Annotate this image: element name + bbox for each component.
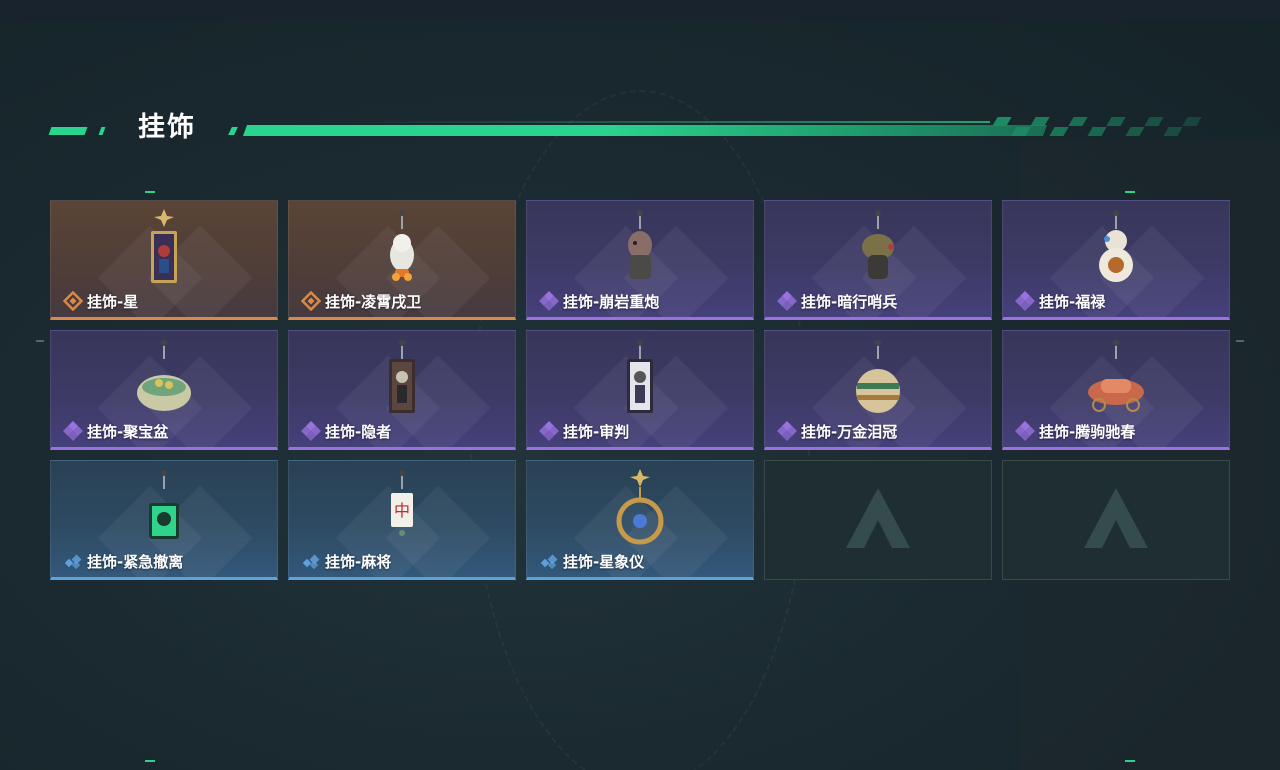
mahjong-tile-charm-icon: 中	[367, 467, 437, 549]
emergency-exit-charm-icon	[129, 467, 199, 549]
side-marker	[1236, 340, 1244, 342]
rarity-purple-icon	[63, 421, 83, 441]
gourd-robot-charm-icon	[1081, 207, 1151, 289]
rarity-purple-icon	[777, 291, 797, 311]
sentinel-charm-icon	[843, 207, 913, 289]
corner-tick	[145, 760, 155, 762]
charm-card[interactable]: 挂饰-崩岩重炮	[526, 200, 754, 320]
rarity-blue-icon	[301, 551, 321, 571]
checker-square	[1011, 127, 1031, 136]
checker-square	[1125, 127, 1145, 136]
charm-card[interactable]: 挂饰-审判	[526, 330, 754, 450]
charm-card[interactable]: 挂饰-万金泪冠	[764, 330, 992, 450]
corner-tick	[145, 191, 155, 193]
charm-card[interactable]: 挂饰-星	[50, 200, 278, 320]
checker-square	[992, 117, 1012, 126]
charm-card[interactable]: 挂饰-暗行哨兵	[764, 200, 992, 320]
hermit-tarot-charm-icon	[367, 337, 437, 419]
charm-name: 挂饰-腾驹驰春	[1039, 422, 1136, 441]
checker-square	[1068, 117, 1088, 126]
charm-name: 挂饰-麻将	[325, 552, 392, 571]
checker-square	[1144, 117, 1164, 126]
checker-square	[1049, 127, 1069, 136]
top-band	[0, 0, 1280, 20]
header-slash	[228, 127, 238, 135]
checker-square	[1087, 127, 1107, 136]
charm-card[interactable]: 中 挂饰-麻将	[288, 460, 516, 580]
rarity-purple-icon	[301, 421, 321, 441]
charm-label-row: 挂饰-麻将	[301, 551, 391, 571]
charm-label-row: 挂饰-隐者	[301, 421, 391, 441]
rarity-purple-icon	[777, 421, 797, 441]
charm-label-row: 挂饰-紧急撤离	[63, 551, 183, 571]
charm-name: 挂饰-福禄	[1039, 292, 1106, 311]
placeholder-logo-icon	[1078, 482, 1154, 558]
rarity-purple-icon	[539, 421, 559, 441]
rarity-purple-icon	[539, 291, 559, 311]
charm-label-row: 挂饰-万金泪冠	[777, 421, 897, 441]
empty-slot	[764, 460, 992, 580]
section-header: 挂饰	[48, 108, 1210, 148]
charm-card[interactable]: 挂饰-腾驹驰春	[1002, 330, 1230, 450]
side-marker	[36, 340, 44, 342]
charm-name: 挂饰-星象仪	[563, 552, 645, 571]
carriage-charm-icon	[1081, 337, 1151, 419]
dog-guard-charm-icon	[367, 207, 437, 289]
header-checker-pattern	[992, 117, 1210, 137]
charm-card[interactable]: 挂饰-聚宝盆	[50, 330, 278, 450]
charm-name: 挂饰-崩岩重炮	[563, 292, 660, 311]
charm-label-row: 挂饰-崩岩重炮	[539, 291, 659, 311]
charm-label-row: 挂饰-福禄	[1015, 291, 1105, 311]
charm-label-row: 挂饰-腾驹驰春	[1015, 421, 1135, 441]
section-title: 挂饰	[138, 112, 196, 143]
charm-label-row: 挂饰-审判	[539, 421, 629, 441]
charm-name: 挂饰-隐者	[325, 422, 392, 441]
rarity-orange-icon	[300, 290, 322, 312]
checker-square	[1163, 127, 1183, 136]
charm-card[interactable]: 挂饰-紧急撤离	[50, 460, 278, 580]
charm-label-row: 挂饰-聚宝盆	[63, 421, 168, 441]
charm-name: 挂饰-星	[87, 292, 139, 311]
rarity-blue-icon	[539, 551, 559, 571]
rarity-purple-icon	[1015, 291, 1035, 311]
rarity-blue-icon	[63, 551, 83, 571]
charm-name: 挂饰-暗行哨兵	[801, 292, 898, 311]
charm-label-row: 挂饰-星象仪	[539, 551, 644, 571]
placeholder-logo-icon	[840, 482, 916, 558]
checker-square	[1182, 117, 1202, 126]
header-thin-line	[350, 121, 990, 123]
header-accent-bar	[48, 127, 88, 135]
rarity-purple-icon	[1015, 421, 1035, 441]
charm-name: 挂饰-聚宝盆	[87, 422, 169, 441]
charm-label-row: 挂饰-星	[62, 290, 139, 312]
header-line	[242, 125, 1048, 136]
charm-card[interactable]: 挂饰-福禄	[1002, 200, 1230, 320]
corner-tick	[1125, 191, 1135, 193]
treasure-bowl-charm-icon	[129, 337, 199, 419]
checker-square	[1106, 117, 1126, 126]
star-tarot-charm-icon	[129, 207, 199, 289]
charm-name: 挂饰-审判	[563, 422, 630, 441]
judgement-tarot-charm-icon	[605, 337, 675, 419]
empty-slot	[1002, 460, 1230, 580]
checker-square	[1030, 117, 1050, 126]
golden-crown-charm-icon	[843, 337, 913, 419]
rock-cannon-charm-icon	[605, 207, 675, 289]
charm-grid: 挂饰-星 挂饰-凌霄戌卫 挂饰-崩岩重炮 挂饰-暗行哨兵 挂饰-福禄 挂饰-聚宝…	[50, 200, 1230, 580]
header-accent-tick	[98, 127, 106, 135]
astrolabe-charm-icon	[605, 467, 675, 549]
charm-name: 挂饰-紧急撤离	[87, 552, 184, 571]
corner-tick	[1125, 760, 1135, 762]
rarity-orange-icon	[62, 290, 84, 312]
charm-label-row: 挂饰-凌霄戌卫	[300, 290, 422, 312]
charm-card[interactable]: 挂饰-凌霄戌卫	[288, 200, 516, 320]
charm-card[interactable]: 挂饰-星象仪	[526, 460, 754, 580]
charm-name: 挂饰-万金泪冠	[801, 422, 898, 441]
charm-name: 挂饰-凌霄戌卫	[325, 292, 422, 311]
charm-label-row: 挂饰-暗行哨兵	[777, 291, 897, 311]
svg-text:中: 中	[394, 501, 410, 520]
charm-card[interactable]: 挂饰-隐者	[288, 330, 516, 450]
